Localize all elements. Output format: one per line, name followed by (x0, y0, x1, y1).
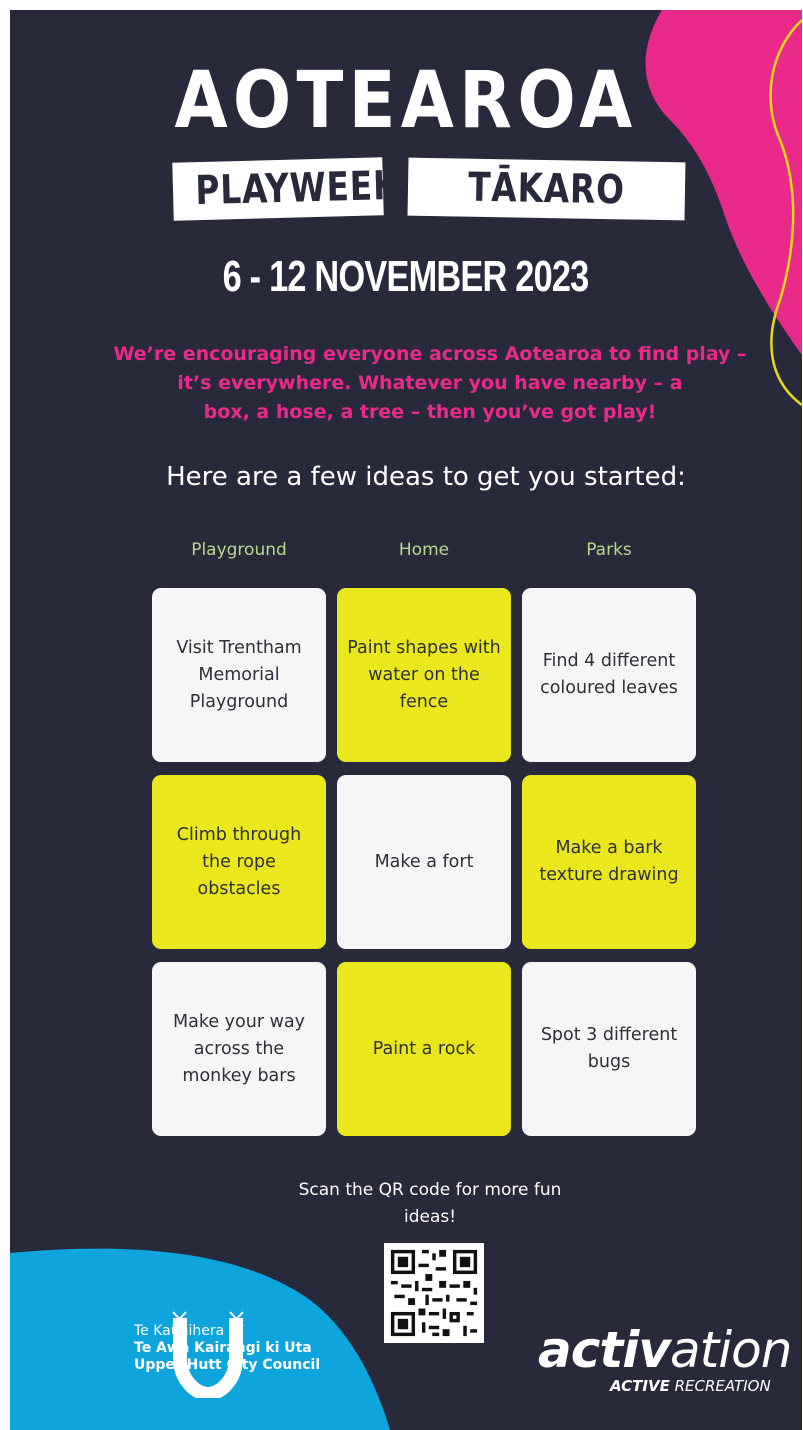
column-header-parks: Parks (586, 540, 632, 560)
idea-tile: Climb through the rope obstacles (152, 775, 326, 949)
idea-tile: Paint a rock (337, 962, 511, 1136)
council-name: Te Kaunihera o Te Awa Kairangi ki Uta Up… (134, 1323, 320, 1374)
idea-tile-text: Paint a rock (372, 1038, 476, 1059)
scan-line-1: Scan the QR code for more fun (298, 1180, 562, 1200)
title-takaro-box: TĀKARO MAI! (407, 157, 686, 271)
scan-qr-text: Scan the QR code for more fun ideas! (280, 1177, 580, 1231)
activation-word-light: ation (670, 1321, 792, 1379)
title-aotearoa: AOTEAROA (174, 56, 638, 146)
title-playweek: PLAYWEEK (194, 162, 400, 215)
activation-logo: activation ACTIVE RECREATION (538, 1325, 792, 1395)
intro-line-2: it’s everywhere. Whatever you have nearb… (177, 372, 683, 394)
event-dates-text: 6 - 12 NOVEMBER 2023 (223, 252, 590, 301)
idea-tile-text: Spot 3 different bugs (540, 1025, 678, 1072)
activation-subtitle: ACTIVE RECREATION (610, 1377, 771, 1395)
council-line-1: Te Kaunihera o (134, 1323, 238, 1339)
activation-sub-light: RECREATION (674, 1377, 771, 1395)
council-line-2: Te Awa Kairangi ki Uta (134, 1340, 312, 1356)
activation-wordmark: activation (538, 1325, 792, 1375)
idea-tile: Make a fort (337, 775, 511, 949)
idea-tile-text: Paint shapes with water on the fence (347, 637, 501, 712)
activation-word-bold: activ (538, 1321, 671, 1379)
poster: AOTEAROA PLAYWEEK TĀKARO MAI! 6 - 12 NOV… (10, 10, 802, 1430)
council-line-3: Upper Hutt City Council (134, 1357, 321, 1373)
idea-tile: Make a bark texture drawing (522, 775, 696, 949)
idea-tile-text: Visit Trentham Memorial Playground (176, 637, 302, 712)
idea-tile-text: Make a bark texture drawing (539, 838, 679, 885)
idea-tile-text: Climb through the rope obstacles (176, 824, 302, 899)
idea-tile-text: Make your way across the monkey bars (173, 1011, 305, 1086)
ideas-heading: Here are a few ideas to get you started: (166, 462, 686, 492)
idea-tile-text: Make a fort (374, 851, 474, 872)
idea-tile: Spot 3 different bugs (522, 962, 696, 1136)
idea-tile-text: Find 4 different coloured leaves (540, 651, 678, 698)
scan-line-2: ideas! (403, 1207, 457, 1227)
activation-sub-bold: ACTIVE (610, 1377, 670, 1395)
idea-tile: Make your way across the monkey bars (152, 962, 326, 1136)
column-header-playground: Playground (191, 540, 287, 560)
intro-line-3: box, a hose, a tree – then you’ve got pl… (203, 401, 657, 423)
qr-code[interactable] (384, 1243, 484, 1343)
intro-text: We’re encouraging everyone across Aotear… (110, 340, 750, 427)
column-header-home: Home (398, 540, 450, 560)
event-dates: 6 - 12 NOVEMBER 2023 (10, 252, 802, 302)
title-playweek-box: PLAYWEEK (172, 157, 400, 221)
intro-line-1: We’re encouraging everyone across Aotear… (113, 343, 747, 365)
idea-tile: Find 4 different coloured leaves (522, 588, 696, 762)
idea-tile: Visit Trentham Memorial Playground (152, 588, 326, 762)
idea-tile: Paint shapes with water on the fence (337, 588, 511, 762)
